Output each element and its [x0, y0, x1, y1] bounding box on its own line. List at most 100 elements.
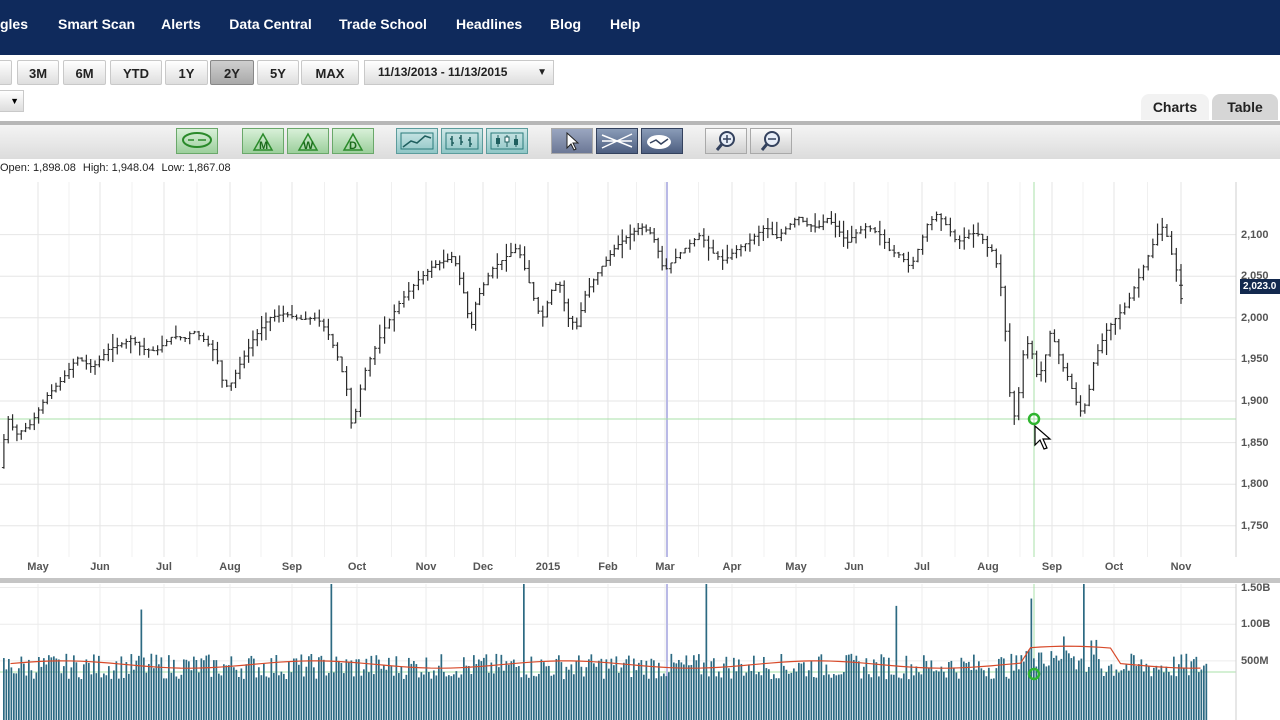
- volume-bar: [30, 670, 33, 720]
- range-button-2y[interactable]: 2Y: [210, 60, 254, 85]
- date-tick-label: 2015: [535, 561, 561, 573]
- ohlc-bar-icon[interactable]: [441, 128, 483, 154]
- range-button-partial[interactable]: [0, 60, 12, 85]
- volume-bar: [643, 674, 645, 720]
- volume-bar: [818, 656, 820, 720]
- volume-bar: [1150, 676, 1153, 720]
- volume-bar: [355, 659, 358, 720]
- candlestick-icon[interactable]: [486, 128, 528, 154]
- volume-bar: [748, 664, 750, 720]
- volume-bar: [540, 659, 543, 720]
- high-value: High: 1,948.04: [82, 162, 155, 174]
- volume-bar: [885, 679, 888, 720]
- volume-bar: [213, 660, 215, 720]
- weekly-w-icon[interactable]: W: [287, 128, 329, 154]
- volume-bar: [1103, 676, 1105, 720]
- volume-bar: [920, 674, 923, 720]
- volume-bar: [370, 655, 373, 720]
- tab-charts[interactable]: Charts: [1141, 94, 1209, 120]
- date-tick-label: Mar: [655, 561, 675, 573]
- panel-divider[interactable]: [0, 578, 1280, 583]
- volume-bar: [445, 676, 448, 720]
- price-chart[interactable]: [0, 182, 1280, 557]
- volume-bar: [838, 674, 840, 720]
- volume-bar: [233, 667, 235, 720]
- volume-bar: [583, 676, 585, 720]
- range-button-6m[interactable]: 6M: [63, 60, 106, 85]
- volume-bar: [1018, 669, 1020, 720]
- nav-item-headlines[interactable]: Headlines: [456, 0, 522, 48]
- line-chart-icon[interactable]: [396, 128, 438, 154]
- volume-bar: [915, 666, 918, 720]
- caret-down-icon: ▼: [537, 67, 547, 78]
- date-tick-label: Sep: [1041, 561, 1063, 573]
- volume-bar: [1188, 675, 1190, 720]
- volume-bar: [553, 674, 555, 720]
- volume-bar: [235, 669, 238, 720]
- zoom-out-icon[interactable]: [750, 128, 792, 154]
- volume-bar: [858, 661, 860, 720]
- volume-bar: [1008, 678, 1010, 720]
- comment-icon[interactable]: [176, 128, 218, 154]
- nav-item-blog[interactable]: Blog: [550, 0, 581, 48]
- volume-bar: [533, 675, 535, 720]
- volume-bar: [653, 660, 655, 720]
- range-button-1y[interactable]: 1Y: [165, 60, 208, 85]
- volume-bar: [190, 670, 193, 720]
- volume-bar: [203, 660, 205, 720]
- nav-item-smart-scan[interactable]: Smart Scan: [58, 0, 135, 48]
- volume-bar: [845, 655, 848, 720]
- monthly-m-icon[interactable]: M: [242, 128, 284, 154]
- volume-bar: [715, 676, 718, 720]
- volume-bar: [1048, 665, 1050, 720]
- volume-bar: [93, 654, 95, 720]
- range-button-max[interactable]: MAX: [301, 60, 359, 85]
- tab-table[interactable]: Table: [1212, 94, 1278, 120]
- volume-bar: [1205, 663, 1208, 720]
- options-dropdown[interactable]: ▼: [0, 90, 24, 112]
- volume-bar: [973, 654, 975, 720]
- volume-bar: [938, 671, 940, 720]
- zoom-in-icon[interactable]: [705, 128, 747, 154]
- nav-item-data-central[interactable]: Data Central: [229, 0, 312, 48]
- volume-bar: [555, 658, 558, 720]
- range-button-ytd[interactable]: YTD: [110, 60, 162, 85]
- range-button-5y[interactable]: 5Y: [257, 60, 299, 85]
- volume-bar: [1035, 666, 1038, 720]
- volume-bar: [635, 670, 638, 720]
- volume-bar: [1050, 651, 1053, 720]
- nav-item-trade-school[interactable]: Trade School: [338, 0, 428, 48]
- draw-lines-icon[interactable]: [596, 128, 638, 154]
- volume-bar: [458, 677, 460, 720]
- volume-bar: [620, 667, 623, 720]
- volume-chart[interactable]: [0, 584, 1280, 720]
- volume-bar: [493, 673, 495, 720]
- volume-bar: [13, 673, 15, 720]
- volume-bar: [768, 669, 770, 720]
- nav-item-help[interactable]: Help: [610, 0, 640, 48]
- volume-bar: [628, 655, 630, 720]
- volume-bar: [523, 584, 525, 720]
- volume-bar: [728, 668, 730, 720]
- volume-bar: [1175, 676, 1178, 720]
- overlay-icon[interactable]: [641, 128, 683, 154]
- volume-bar: [535, 676, 538, 720]
- volume-bar: [788, 673, 790, 720]
- volume-bar: [143, 657, 145, 720]
- volume-bar: [335, 656, 338, 720]
- svg-text:M: M: [259, 140, 268, 152]
- daily-d-icon[interactable]: D: [332, 128, 374, 154]
- volume-bar: [95, 673, 98, 720]
- volume-bar: [738, 659, 740, 720]
- volume-bar: [238, 677, 240, 720]
- volume-bar: [118, 678, 120, 720]
- date-range-dropdown[interactable]: 11/13/2013 - 11/13/2015 ▼: [364, 60, 554, 85]
- pointer-icon[interactable]: [551, 128, 593, 154]
- volume-bar: [743, 675, 745, 720]
- range-button-3m[interactable]: 3M: [17, 60, 59, 85]
- volume-bar: [320, 655, 323, 720]
- nav-item-0[interactable]: gles: [0, 0, 32, 48]
- volume-bar: [670, 653, 673, 720]
- nav-item-alerts[interactable]: Alerts: [161, 0, 201, 48]
- caret-down-icon: ▼: [10, 96, 19, 106]
